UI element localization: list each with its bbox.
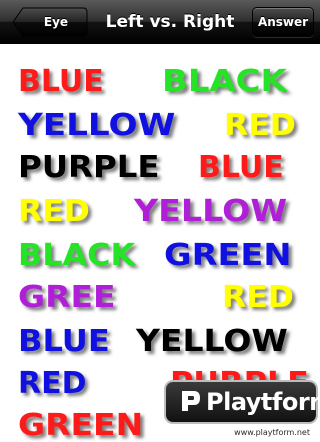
word-item: GREEN: [18, 408, 144, 442]
word-grid: BLUE BLACK YELLOW RED PURPLE BLUE RED YE…: [0, 44, 320, 442]
watermark-url: www.playtform.net: [234, 428, 310, 437]
watermark-brand: Playtform: [206, 388, 320, 416]
answer-button[interactable]: Answer: [252, 7, 314, 37]
word-item: GREE: [18, 280, 116, 315]
word-item: BLUE: [18, 324, 110, 359]
playtform-logo-icon: [182, 391, 200, 411]
word-item: RED: [18, 194, 90, 229]
playtform-watermark: Playtform www.playtform.net: [158, 382, 320, 438]
word-item: BLUE: [18, 64, 104, 99]
word-item: YELLOW: [136, 324, 288, 359]
word-item: YELLOW: [134, 194, 288, 229]
word-item: YELLOW: [18, 108, 176, 143]
back-button[interactable]: Eye Tricks!: [12, 7, 88, 59]
word-item: RED: [222, 280, 294, 315]
watermark-box: Playtform: [166, 382, 320, 422]
word-item: BLUE: [198, 150, 284, 185]
back-button-label: Eye Tricks!: [34, 15, 79, 59]
word-item: RED: [18, 366, 87, 401]
page-title: Left vs. Right: [105, 12, 235, 32]
word-item: BLACK: [162, 64, 287, 99]
word-item: BLACK: [18, 238, 136, 273]
word-item: GREEN: [164, 238, 292, 273]
word-item: RED: [224, 108, 296, 143]
word-item: PURPLE: [18, 150, 160, 185]
nav-bar: Eye Tricks! Left vs. Right Answer: [0, 0, 320, 59]
